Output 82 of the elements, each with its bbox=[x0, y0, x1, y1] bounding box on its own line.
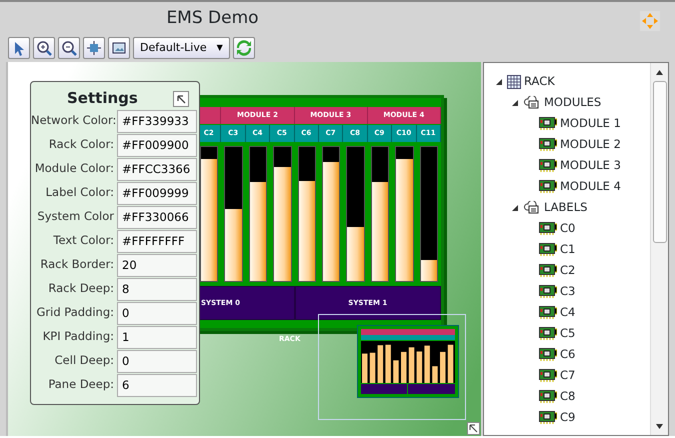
circuit-card-icon bbox=[539, 138, 557, 151]
panel-title: Settings bbox=[67, 89, 138, 107]
circuit-card-icon bbox=[539, 117, 557, 130]
tree-item[interactable]: MODULE 2 bbox=[494, 134, 650, 155]
field-label: Grid Padding: bbox=[35, 304, 115, 322]
input-field[interactable]: 1 bbox=[117, 326, 197, 348]
scrollbar[interactable] bbox=[650, 63, 668, 435]
tree-item[interactable]: C0 bbox=[494, 218, 650, 239]
circuit-card-icon bbox=[539, 348, 557, 361]
tree-item[interactable]: C2 bbox=[494, 260, 650, 281]
tree-item[interactable]: MODULE 1 bbox=[494, 113, 650, 134]
circuit-card-icon bbox=[539, 390, 557, 403]
input-field[interactable]: #FF330066 bbox=[117, 206, 197, 228]
circuit-card-icon bbox=[539, 369, 557, 382]
input-field[interactable]: #FFCC3366 bbox=[117, 158, 197, 180]
circuit-card-icon bbox=[539, 327, 557, 340]
tree-item[interactable]: C3 bbox=[494, 281, 650, 302]
refresh-button[interactable] bbox=[232, 37, 255, 59]
dock-button[interactable] bbox=[173, 91, 189, 107]
tree-item[interactable]: C8 bbox=[494, 386, 650, 407]
scroll-up-icon[interactable] bbox=[656, 70, 663, 74]
collapse-icon[interactable] bbox=[510, 202, 520, 212]
field-label: Rack Color: bbox=[48, 136, 115, 154]
pointer-button[interactable] bbox=[8, 37, 30, 59]
fullscreen-button[interactable] bbox=[108, 37, 130, 59]
input-field[interactable]: 0 bbox=[117, 350, 197, 372]
zoom-in-icon bbox=[36, 40, 52, 56]
field-label: Pane Deep: bbox=[47, 376, 115, 394]
circuit-card-icon bbox=[539, 411, 557, 424]
resize-handle[interactable] bbox=[467, 422, 480, 435]
zoom-out-icon bbox=[61, 40, 77, 56]
view-dropdown[interactable]: Default-Live ▼ bbox=[133, 37, 230, 59]
grid-icon bbox=[507, 74, 521, 88]
circuit-card-icon bbox=[539, 243, 557, 256]
tree-item[interactable]: MODULE 4 bbox=[494, 176, 650, 197]
network-icon bbox=[523, 96, 541, 110]
circuit-card-icon bbox=[539, 180, 557, 193]
field-label: System Color bbox=[36, 208, 115, 226]
field-label: Label Color: bbox=[44, 184, 115, 202]
network-icon bbox=[523, 200, 541, 214]
resize-icon bbox=[469, 424, 478, 433]
input-field[interactable]: #FF009900 bbox=[117, 134, 197, 156]
input-field[interactable]: #FFFFFFFF bbox=[117, 230, 197, 252]
window-title: EMS Demo bbox=[166, 7, 259, 30]
field-label: Text Color: bbox=[52, 232, 115, 250]
field-label: Network Color: bbox=[31, 112, 117, 130]
fit-icon bbox=[86, 40, 102, 56]
overview-drawing[interactable] bbox=[357, 325, 459, 398]
input-field[interactable]: 0 bbox=[117, 302, 197, 324]
dock-icon bbox=[176, 94, 186, 104]
input-field[interactable]: 6 bbox=[117, 374, 197, 396]
refresh-icon bbox=[236, 40, 252, 56]
zoom-in-button[interactable] bbox=[33, 37, 55, 59]
circuit-card-icon bbox=[539, 306, 557, 319]
tree-item[interactable]: RACK bbox=[494, 71, 650, 92]
field-label: Rack Deep: bbox=[47, 280, 115, 298]
field-label: KPI Padding: bbox=[42, 328, 115, 346]
fullscreen-icon bbox=[111, 40, 127, 56]
fit-button[interactable] bbox=[83, 37, 105, 59]
tree-item[interactable]: C6 bbox=[494, 344, 650, 365]
tree-item[interactable]: C9 bbox=[494, 407, 650, 428]
input-field[interactable]: 20 bbox=[117, 254, 197, 276]
tree-item[interactable]: LABELS bbox=[494, 197, 650, 218]
tree-item[interactable]: MODULE 3 bbox=[494, 155, 650, 176]
field-label: Cell Deep: bbox=[54, 352, 115, 370]
circuit-card-icon bbox=[539, 264, 557, 277]
collapse-icon[interactable] bbox=[510, 98, 520, 108]
tree-item[interactable]: C7 bbox=[494, 365, 650, 386]
input-field[interactable]: 8 bbox=[117, 278, 197, 300]
input-field[interactable]: #FF339933 bbox=[117, 110, 197, 132]
field-label: Module Color: bbox=[34, 160, 115, 178]
circuit-card-icon bbox=[539, 159, 557, 172]
scroll-down-icon[interactable] bbox=[656, 424, 663, 428]
tree-item[interactable]: C4 bbox=[494, 302, 650, 323]
tree-item[interactable]: MODULES bbox=[494, 92, 650, 113]
circuit-card-icon bbox=[539, 285, 557, 298]
zoom-out-button[interactable] bbox=[58, 37, 80, 59]
tree-item[interactable]: C1 bbox=[494, 239, 650, 260]
tree-item[interactable]: C5 bbox=[494, 323, 650, 344]
field-label: Rack Border: bbox=[39, 256, 115, 274]
input-field[interactable]: #FF009999 bbox=[117, 182, 197, 204]
circuit-card-icon bbox=[539, 222, 557, 235]
